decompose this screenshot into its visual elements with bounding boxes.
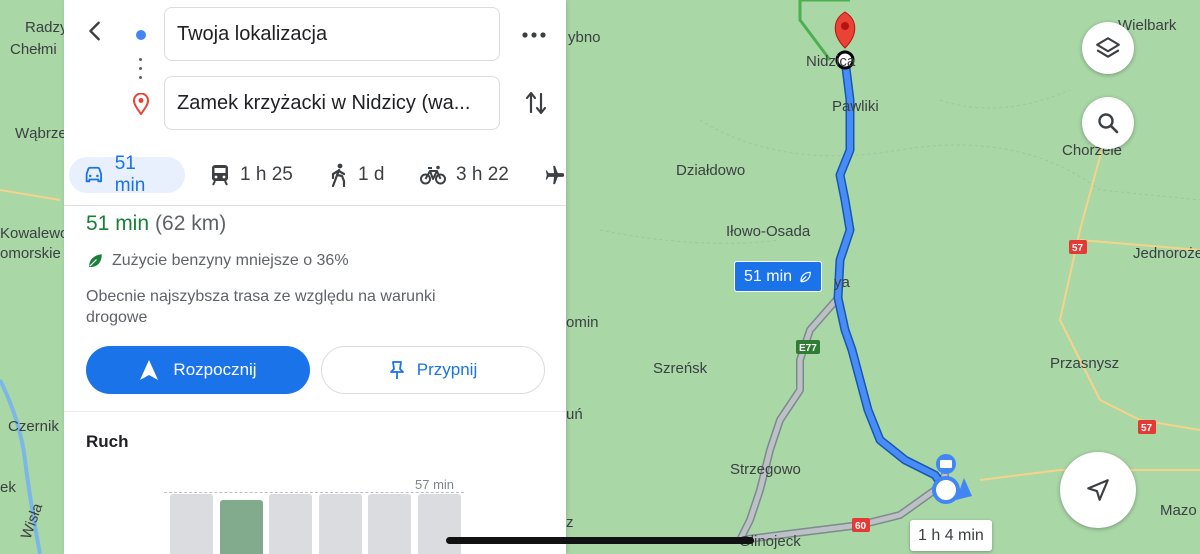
- back-arrow-icon: [89, 21, 100, 41]
- route-distance: (62 km): [155, 212, 227, 235]
- more-horizontal-icon: [522, 32, 546, 38]
- svg-text:57: 57: [1072, 243, 1084, 254]
- tab-car-label: 51 min: [114, 153, 146, 196]
- tab-transit-label: 1 h 25: [240, 164, 293, 185]
- tab-transit[interactable]: 1 h 25: [210, 157, 293, 193]
- place-strzegowo: Strzegowo: [730, 461, 801, 478]
- place-szrensk: Szreńsk: [653, 360, 708, 377]
- place-zybno: ybno: [568, 29, 601, 46]
- leaf-icon: [800, 271, 811, 282]
- navigation-arrow-icon: [1087, 479, 1109, 501]
- traffic-bar: [368, 494, 411, 554]
- road-shield-57b: 57: [1138, 420, 1156, 434]
- search-map-button[interactable]: [1082, 97, 1134, 149]
- tab-car[interactable]: 51 min: [69, 153, 185, 196]
- travel-modes: 51 min 1 h 25 1 d 3 h 22: [64, 153, 566, 196]
- place-radzyn: Radzy: [25, 19, 68, 36]
- navigation-icon: [140, 360, 159, 380]
- tab-bike[interactable]: 3 h 22: [420, 157, 509, 193]
- divider: [64, 411, 566, 412]
- traffic-bar: [319, 494, 362, 554]
- svg-text:60: 60: [855, 521, 867, 532]
- directions-panel: Twoja lokalizacja Zamek krzyżacki w Nidz…: [64, 0, 566, 554]
- tab-walk[interactable]: 1 d: [330, 157, 384, 193]
- place-omin: omin: [566, 314, 599, 331]
- traffic-title: Ruch: [86, 432, 129, 451]
- search-icon: [1098, 113, 1119, 134]
- alternate-route-label[interactable]: 1 h 4 min: [910, 520, 992, 551]
- traffic-max-line: [164, 492, 464, 493]
- car-icon: [85, 166, 103, 183]
- tab-flight[interactable]: [544, 157, 566, 193]
- layers-icon: [1096, 37, 1120, 58]
- traffic-bar: [170, 494, 213, 554]
- pin-button[interactable]: Przypnij: [321, 346, 545, 394]
- start-button-label: Rozpocznij: [173, 360, 257, 379]
- svg-text:57: 57: [1141, 423, 1153, 434]
- route-duration: 51 min: [86, 212, 150, 235]
- place-ilowo: Iłowo-Osada: [726, 223, 811, 240]
- destination-marker-icon: [133, 93, 149, 115]
- place-czernik: Czernik: [8, 418, 59, 435]
- place-nidzica: Nidzica: [806, 53, 856, 70]
- place-mazo: Mazo: [1160, 502, 1197, 519]
- place-chelmno: Chełmi: [10, 41, 57, 58]
- place-przasnysz: Przasnysz: [1050, 355, 1119, 372]
- road-shield-e77: E77: [796, 340, 820, 354]
- start-button[interactable]: Rozpocznij: [86, 346, 310, 394]
- place-dzialdowo: Działdowo: [676, 162, 745, 179]
- route-description: Obecnie najszybsza trasa ze względu na w…: [86, 288, 436, 326]
- route-dots-icon: [139, 58, 143, 85]
- traffic-bar: [269, 494, 312, 554]
- place-ek: ek: [0, 479, 16, 496]
- primary-route-label[interactable]: 51 min: [734, 261, 823, 292]
- road-shield-57a: 57: [1069, 240, 1087, 254]
- more-options-button[interactable]: [519, 20, 549, 50]
- leaf-icon: [89, 254, 102, 267]
- traffic-max-label: 57 min: [415, 477, 455, 492]
- my-location-button[interactable]: [1060, 452, 1136, 528]
- train-icon: [212, 165, 228, 186]
- alternate-route-time: 1 h 4 min: [918, 526, 984, 544]
- walk-icon: [331, 163, 346, 187]
- origin-input[interactable]: Twoja lokalizacja: [164, 7, 500, 61]
- origin-dot-icon: [134, 28, 148, 42]
- place-ya: ya: [834, 274, 851, 291]
- traffic-bar-current: [220, 500, 263, 554]
- directions-header: Twoja lokalizacja Zamek krzyżacki w Nidz…: [64, 0, 566, 206]
- airplane-icon: [545, 165, 565, 185]
- layers-button[interactable]: [1082, 22, 1134, 74]
- place-jednoroz: Jednoroże: [1133, 245, 1200, 262]
- eco-note-text: Zużycie benzyny mniejsze o 36%: [112, 252, 349, 269]
- pin-icon: [389, 361, 404, 379]
- svg-text:E77: E77: [799, 343, 817, 354]
- home-indicator[interactable]: [446, 537, 754, 544]
- place-z: z: [566, 514, 574, 531]
- pin-button-label: Przypnij: [416, 360, 478, 379]
- tab-bike-label: 3 h 22: [456, 164, 509, 185]
- primary-route-time: 51 min: [744, 267, 793, 285]
- route-summary: 51 min (62 km): [86, 212, 226, 236]
- destination-input[interactable]: Zamek krzyżacki w Nidzicy (wa...: [164, 76, 500, 130]
- traffic-bar: [418, 494, 461, 554]
- eco-note: Zużycie benzyny mniejsze o 36%: [86, 252, 349, 270]
- swap-vertical-icon: [525, 91, 547, 115]
- back-button[interactable]: [80, 16, 110, 46]
- place-pomorskie: omorskie: [0, 245, 61, 262]
- swap-button[interactable]: [521, 88, 551, 118]
- place-pawliki: Pawliki: [832, 98, 879, 115]
- bike-icon: [420, 165, 446, 185]
- place-un: uń: [566, 406, 583, 423]
- road-shield-60: 60: [852, 518, 870, 532]
- tab-walk-label: 1 d: [358, 164, 385, 185]
- place-kowalewo: Kowalewo: [0, 225, 68, 242]
